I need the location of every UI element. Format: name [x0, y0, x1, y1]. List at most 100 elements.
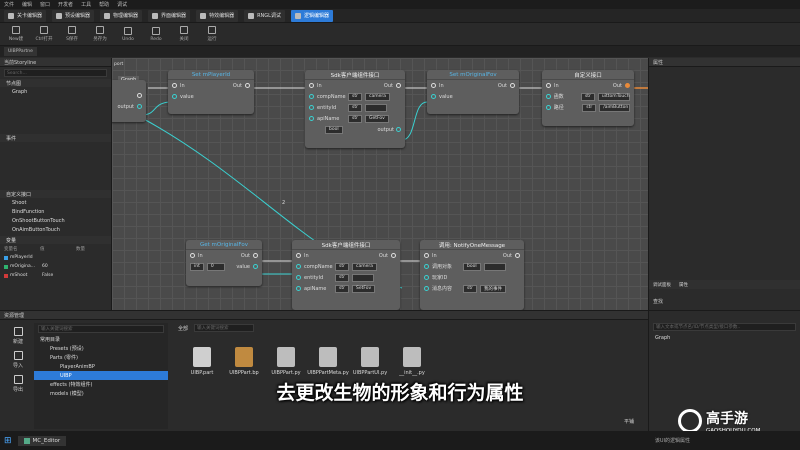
asset-tree-item[interactable]: PlayerAnimBP: [34, 362, 168, 371]
asset-item[interactable]: UIBPPartUI.py: [352, 347, 388, 376]
pin-value[interactable]: [172, 94, 177, 99]
param-type-dropdown[interactable]: str: [335, 262, 349, 271]
side-button[interactable]: 导入: [4, 351, 32, 369]
pin-in[interactable]: [424, 253, 429, 258]
graph-canvas[interactable]: 2 port Graph output Set mPlayerId InOut …: [112, 58, 648, 310]
type-dropdown[interactable]: int: [190, 262, 204, 271]
pin-out[interactable]: [253, 253, 258, 258]
menu-item[interactable]: 开发者: [58, 1, 73, 8]
menu-item[interactable]: 工具: [81, 1, 91, 8]
pin-param[interactable]: [309, 116, 314, 121]
custom-interface-item[interactable]: OnAimButtonTouch: [0, 225, 111, 234]
menu-item[interactable]: 帮助: [99, 1, 109, 8]
node-notify-message[interactable]: 调用: NotifyOneMessage In Out 调用对象 bool 玩家ID 消…: [420, 240, 524, 310]
pin-param[interactable]: [546, 105, 551, 110]
pin-param[interactable]: [546, 94, 551, 99]
asset-tree-item[interactable]: models (模型): [34, 389, 168, 398]
pin-out[interactable]: [510, 83, 515, 88]
custom-interface-item[interactable]: OnShootButtonTouch: [0, 216, 111, 225]
param-value-field[interactable]: camera: [351, 262, 377, 271]
param-value-field[interactable]: [351, 273, 374, 282]
toolbar-button[interactable]: 关闭: [174, 26, 194, 42]
param-value-field[interactable]: camera: [364, 92, 390, 101]
param-type-dropdown[interactable]: str: [582, 103, 597, 112]
asset-item[interactable]: __init__.py: [394, 347, 430, 376]
menu-item[interactable]: 调试: [117, 1, 127, 8]
asset-tree-item[interactable]: Presets (预设): [34, 344, 168, 353]
node-set-playerid[interactable]: Set mPlayerId In Out value: [168, 70, 254, 114]
pin-in[interactable]: [431, 83, 436, 88]
param-type-dropdown[interactable]: str: [335, 273, 349, 282]
side-button[interactable]: 新建: [4, 327, 32, 345]
param-type-dropdown[interactable]: str: [348, 114, 362, 123]
pin-value[interactable]: [253, 264, 258, 269]
pin-output[interactable]: [137, 104, 142, 109]
editor-tab[interactable]: 关卡编辑器: [4, 9, 47, 22]
filter-all[interactable]: 全部: [178, 325, 188, 332]
pin-out[interactable]: [515, 253, 520, 258]
param-type-dropdown[interactable]: str: [348, 92, 362, 101]
custom-interface-item[interactable]: BindFunction: [0, 207, 111, 216]
pin-in[interactable]: [190, 253, 195, 258]
node-sdk-setfov[interactable]: Sdk客户端组件接口 In Out compName str camera entity…: [292, 240, 400, 310]
toolbar-button[interactable]: Redo: [146, 26, 166, 42]
variable-row[interactable]: mShoot False: [0, 271, 111, 280]
windows-start-icon[interactable]: ⊞: [4, 436, 12, 446]
asset-tree-item[interactable]: effects (特效组件): [34, 380, 168, 389]
menu-item[interactable]: 文件: [4, 1, 14, 8]
pin-out[interactable]: [245, 83, 250, 88]
pin-param[interactable]: [296, 286, 301, 291]
toolbar-button[interactable]: Ctrl打开: [34, 26, 54, 42]
menu-item[interactable]: 窗口: [40, 1, 50, 8]
param-type-dropdown[interactable]: str: [335, 284, 349, 293]
side-button[interactable]: 导出: [4, 375, 32, 393]
editor-tab[interactable]: 界面编辑器: [148, 9, 191, 22]
param-value-field[interactable]: [483, 262, 506, 271]
pin-in[interactable]: [172, 83, 177, 88]
param-value-field[interactable]: 我的事件: [479, 284, 506, 293]
variable-row[interactable]: mOrigina... 60: [0, 262, 111, 271]
storyline-search-input[interactable]: Search...: [4, 69, 107, 77]
asset-tree-item[interactable]: 常用目录: [34, 335, 168, 344]
param-value-field[interactable]: /aimButton: [599, 103, 630, 112]
node-custom-interface[interactable]: 自定义接口 In Out 函数 str uittomTouch 路径 str/aimBut…: [542, 70, 634, 126]
asset-search-input[interactable]: 输入关键词搜索: [194, 324, 255, 332]
param-value-field[interactable]: [364, 103, 387, 112]
taskbar-app[interactable]: MC_Editor: [17, 435, 67, 446]
asset-tree-item[interactable]: UIBP: [34, 371, 168, 380]
pin-in[interactable]: [296, 253, 301, 258]
asset-tree-search-input[interactable]: 输入关键词搜索: [38, 325, 164, 333]
asset-item[interactable]: UIBPPart.bp: [226, 347, 262, 376]
custom-interface-section[interactable]: 自定义接口: [0, 190, 111, 198]
pin-out[interactable]: [391, 253, 396, 258]
node-set-originalfov[interactable]: Set mOriginalFov In Out value: [427, 70, 519, 114]
tab-debug[interactable]: 调试面板: [653, 282, 671, 288]
variable-row[interactable]: mPlayerId: [0, 253, 111, 262]
asset-tree-item[interactable]: Parts (零件): [34, 353, 168, 362]
toolbar-button[interactable]: New建: [6, 26, 26, 42]
editor-tab[interactable]: RNGL调试: [244, 9, 285, 22]
nodes-section[interactable]: 节点图: [0, 79, 111, 87]
node-left-partial[interactable]: output: [112, 80, 146, 122]
tab-properties[interactable]: 属性: [679, 282, 688, 288]
number-field[interactable]: 0: [206, 262, 225, 271]
toolbar-button[interactable]: 另存为: [90, 26, 110, 42]
pin-param[interactable]: [424, 286, 429, 291]
pin-output[interactable]: [396, 127, 401, 132]
file-tab[interactable]: UIBPPartne: [4, 47, 37, 56]
menu-item[interactable]: 编辑: [22, 1, 32, 8]
toolbar-button[interactable]: Undo: [118, 26, 138, 42]
pin-param[interactable]: [309, 94, 314, 99]
pin-param[interactable]: [309, 105, 314, 110]
find-graph-item[interactable]: Graph: [649, 333, 800, 342]
asset-item[interactable]: UIBP.part: [184, 347, 220, 376]
pin-param[interactable]: [296, 275, 301, 280]
editor-tab[interactable]: 逻辑编辑器: [290, 9, 333, 22]
pin-param[interactable]: [296, 264, 301, 269]
param-value-field[interactable]: uittomTouch: [597, 92, 630, 101]
graph-item[interactable]: Graph: [0, 87, 111, 96]
node-get-originalfov[interactable]: Get mOriginalFov In Out int 0 value: [186, 240, 262, 286]
custom-interface-item[interactable]: Shoot: [0, 198, 111, 207]
node-sdk-getfov[interactable]: Sdk客户端组件接口 In Out compName str camera entity…: [305, 70, 405, 148]
pin-in[interactable]: [546, 83, 551, 88]
